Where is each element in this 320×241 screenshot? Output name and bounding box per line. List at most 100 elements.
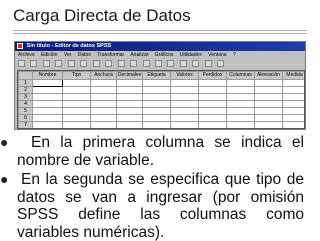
print-icon[interactable] (42, 60, 50, 67)
grid-cell[interactable] (116, 79, 143, 87)
grid-cell[interactable] (198, 121, 227, 128)
grid-cell[interactable] (198, 107, 227, 115)
column-header[interactable]: Valores (170, 71, 199, 80)
menu-help[interactable]: ? (233, 52, 236, 58)
grid-cell[interactable] (90, 86, 117, 94)
use-sets-icon[interactable] (217, 60, 225, 67)
grid-cell[interactable] (254, 79, 283, 87)
menu-analizar[interactable]: Analizar (130, 52, 148, 58)
grid-cell[interactable] (116, 100, 143, 108)
menu-ver[interactable]: Ver (64, 52, 72, 58)
grid-cell[interactable] (142, 107, 171, 115)
column-header[interactable]: Columnas (226, 71, 255, 80)
grid-cell[interactable] (142, 86, 171, 94)
grid-cell[interactable] (198, 100, 227, 108)
row-number[interactable]: 8 (19, 129, 33, 130)
menu-graficos[interactable]: Gráficos (155, 52, 174, 58)
grid-cell[interactable] (226, 121, 255, 128)
grid-cell[interactable] (170, 121, 199, 128)
grid-cell[interactable] (91, 129, 117, 130)
menu-archivo[interactable]: Archivo (18, 52, 35, 58)
grid-cell[interactable] (32, 107, 63, 115)
grid-cell[interactable] (90, 93, 117, 101)
grid-cell[interactable] (32, 93, 63, 101)
column-header[interactable]: Etiqueta (142, 71, 171, 80)
menu-ventana[interactable]: Ventana (208, 52, 226, 58)
grid-cell[interactable] (116, 86, 143, 94)
column-header[interactable]: Medida (282, 71, 304, 80)
menu-transformar[interactable]: Transformar (97, 52, 124, 58)
grid-cell[interactable] (62, 114, 91, 122)
grid-cell[interactable] (32, 121, 63, 128)
row-number[interactable]: 6 (18, 114, 33, 122)
column-header[interactable]: Alineación (254, 71, 283, 80)
redo-icon[interactable] (80, 60, 88, 67)
weight-cases-icon[interactable] (179, 60, 187, 67)
grid-cell[interactable] (32, 100, 63, 108)
insert-variable-icon[interactable] (154, 60, 162, 67)
grid-cell[interactable] (117, 129, 143, 130)
grid-cell[interactable] (283, 129, 306, 130)
grid-cell[interactable] (199, 129, 227, 130)
grid-cell[interactable] (198, 114, 227, 122)
grid-cell[interactable] (116, 107, 143, 115)
grid-cell[interactable] (142, 100, 171, 108)
column-header[interactable]: Tipo (62, 71, 91, 80)
grid-cell[interactable] (254, 93, 283, 101)
grid-cell[interactable] (226, 79, 255, 87)
dialog-recall-icon[interactable] (55, 60, 63, 67)
grid-cell[interactable] (170, 107, 199, 115)
grid-cell[interactable] (226, 114, 255, 122)
grid-cell[interactable] (62, 86, 91, 94)
grid-cell[interactable] (62, 93, 91, 101)
grid-cell[interactable] (282, 86, 304, 94)
grid-cell[interactable] (170, 79, 199, 87)
row-number[interactable]: 3 (18, 93, 33, 101)
grid-cell[interactable] (62, 107, 91, 115)
select-cases-icon[interactable] (192, 60, 200, 67)
grid-cell[interactable] (282, 93, 304, 101)
value-labels-icon[interactable] (204, 60, 212, 67)
grid-cell[interactable] (226, 86, 255, 94)
row-number[interactable]: 1 (18, 79, 33, 87)
grid-cell[interactable] (171, 129, 199, 130)
grid-cell[interactable] (170, 100, 199, 108)
column-header[interactable]: Anchura (90, 71, 117, 80)
grid-cell[interactable] (62, 79, 91, 87)
grid-cell[interactable] (282, 121, 304, 128)
grid-cell[interactable] (198, 86, 227, 94)
grid-cell[interactable] (142, 114, 171, 122)
grid-cell[interactable] (254, 86, 283, 94)
grid-cell[interactable] (116, 114, 143, 122)
grid-cell[interactable] (255, 129, 283, 130)
grid-cell[interactable] (226, 100, 255, 108)
find-icon[interactable] (130, 60, 138, 67)
grid-cell[interactable] (62, 121, 91, 128)
grid-cell[interactable] (170, 86, 199, 94)
menu-edicion[interactable]: Edición (41, 52, 57, 58)
grid-cell[interactable] (254, 100, 283, 108)
column-header[interactable]: Nombre (32, 71, 63, 80)
row-number[interactable]: 2 (18, 86, 33, 94)
grid-cell[interactable] (142, 79, 171, 87)
menu-datos[interactable]: Datos (78, 52, 91, 58)
grid-cell[interactable] (63, 129, 91, 130)
grid-cell[interactable] (33, 129, 63, 130)
grid-cell[interactable] (32, 79, 63, 87)
column-header[interactable]: Perdidos (198, 71, 227, 80)
column-header[interactable]: Decimales (116, 71, 143, 80)
grid-cell[interactable] (90, 79, 117, 87)
split-file-icon[interactable] (167, 60, 175, 67)
grid-cell[interactable] (282, 107, 304, 115)
save-icon[interactable] (30, 60, 38, 67)
row-number[interactable]: 5 (18, 107, 33, 115)
row-number[interactable]: 7 (18, 121, 33, 128)
grid-cell[interactable] (226, 93, 255, 101)
grid-cell[interactable] (254, 107, 283, 115)
grid-cell[interactable] (32, 86, 63, 94)
grid-cell[interactable] (282, 100, 304, 108)
grid-cell[interactable] (116, 93, 143, 101)
row-number[interactable]: 4 (18, 100, 33, 108)
menu-utilidades[interactable]: Utilidades (180, 52, 202, 58)
goto-chart-icon[interactable] (92, 60, 100, 67)
